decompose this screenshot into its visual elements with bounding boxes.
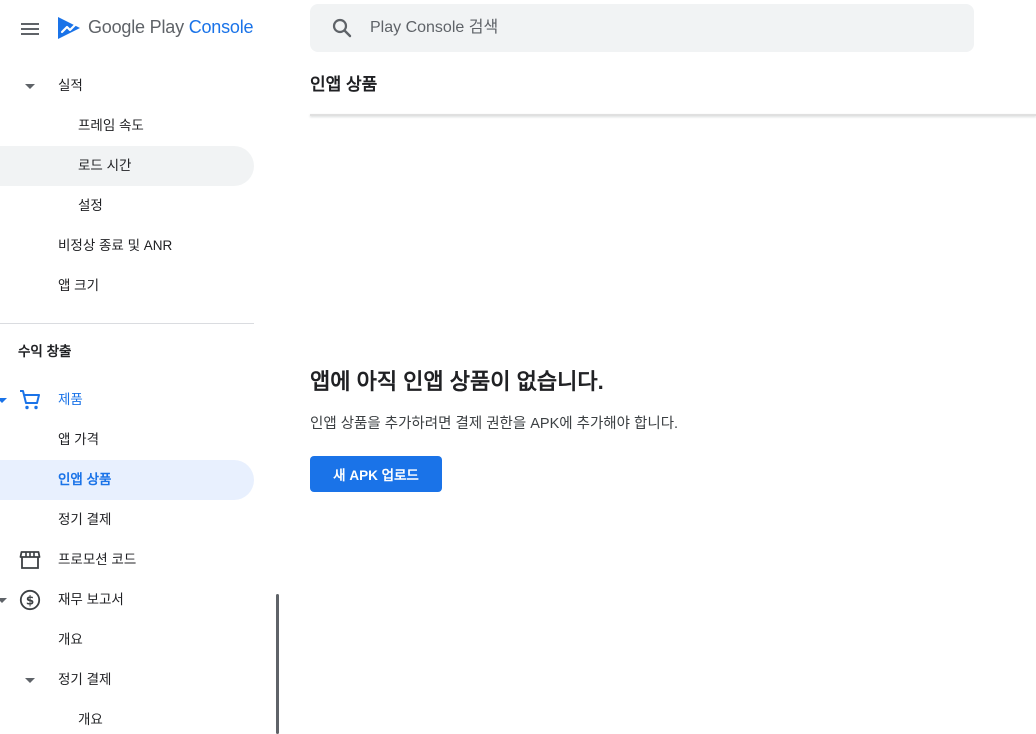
sidebar-item-label: 설정 [78, 198, 103, 213]
sidebar-item-label: 앱 가격 [58, 432, 100, 447]
brand-word-google: Google [88, 17, 145, 37]
brand-word-play: Play [149, 17, 184, 37]
sidebar-divider [0, 323, 254, 324]
caret-down-icon[interactable] [0, 398, 7, 403]
caret-down-icon[interactable] [25, 678, 35, 683]
sidebar-item-label: 개요 [78, 712, 103, 727]
shopping-cart-icon [18, 388, 42, 412]
sidebar-item-performance[interactable]: 실적 [0, 66, 254, 106]
sidebar-item-label: 실적 [58, 78, 83, 93]
sidebar-item-label: 프레임 속도 [78, 118, 144, 133]
sidebar-item-label: 앱 크기 [58, 278, 100, 293]
header-divider [310, 114, 1036, 116]
sidebar-item-financial-subscriptions[interactable]: 정기 결제 [0, 660, 254, 700]
search-icon[interactable] [330, 16, 354, 40]
caret-down-icon[interactable] [0, 598, 7, 603]
sidebar-item-subscriptions-overview[interactable]: 개요 [0, 700, 254, 734]
sidebar-item-load-time[interactable]: 로드 시간 [0, 146, 254, 186]
sidebar-item-app-pricing[interactable]: 앱 가격 [0, 420, 254, 460]
brand-word-console: Console [188, 17, 254, 37]
sidebar-item-promo-codes[interactable]: 프로모션 코드 [0, 540, 254, 580]
brand-name: Google Play Console [88, 17, 254, 38]
sidebar-item-frame-rate[interactable]: 프레임 속도 [0, 106, 254, 146]
svg-text:$: $ [26, 593, 34, 607]
sidebar-item-label: 개요 [58, 632, 83, 647]
sidebar-item-crashes-anr[interactable]: 비정상 종료 및 ANR [0, 226, 254, 266]
search-input[interactable] [370, 4, 950, 52]
play-console-logo-icon[interactable] [56, 15, 82, 41]
sidebar-item-label: 로드 시간 [78, 158, 132, 173]
play-console-app: Google Play Console 실적 프레임 속도 로드 시간 설정 비… [0, 0, 1036, 734]
sidebar-item-performance-settings[interactable]: 설정 [0, 186, 254, 226]
storefront-icon [18, 548, 42, 572]
empty-state-description: 인앱 상품을 추가하려면 결제 권한을 APK에 추가해야 합니다. [310, 416, 679, 432]
sidebar: Google Play Console 실적 프레임 속도 로드 시간 설정 비… [0, 0, 256, 734]
sidebar-item-in-app-products[interactable]: 인앱 상품 [0, 460, 254, 500]
brand-header: Google Play Console [0, 0, 256, 58]
dollar-circle-icon: $ [18, 588, 42, 612]
sidebar-scrollbar[interactable] [276, 594, 279, 734]
sidebar-item-products[interactable]: 제품 [0, 380, 254, 420]
sidebar-item-subscriptions[interactable]: 정기 결제 [0, 500, 254, 540]
search-bar[interactable] [310, 4, 974, 52]
sidebar-item-app-size[interactable]: 앱 크기 [0, 266, 254, 306]
sidebar-item-label: 제품 [58, 392, 83, 407]
sidebar-item-label: 프로모션 코드 [58, 552, 137, 567]
sidebar-item-financial-reports[interactable]: $ 재무 보고서 [0, 580, 254, 620]
sidebar-item-label: 재무 보고서 [58, 592, 124, 607]
menu-icon[interactable] [18, 17, 42, 41]
sidebar-item-label: 인앱 상품 [58, 472, 112, 487]
sidebar-item-label: 비정상 종료 및 ANR [58, 238, 173, 253]
sidebar-item-label: 정기 결제 [58, 512, 112, 527]
caret-down-icon[interactable] [25, 84, 35, 89]
empty-state-heading: 앱에 아직 인앱 상품이 없습니다. [310, 369, 604, 394]
upload-new-apk-button[interactable]: 새 APK 업로드 [310, 456, 442, 492]
page-title: 인앱 상품 [310, 75, 378, 94]
sidebar-item-financial-overview[interactable]: 개요 [0, 620, 254, 660]
sidebar-item-label: 정기 결제 [58, 672, 112, 687]
sidebar-section-monetize: 수익 창출 [18, 344, 72, 359]
